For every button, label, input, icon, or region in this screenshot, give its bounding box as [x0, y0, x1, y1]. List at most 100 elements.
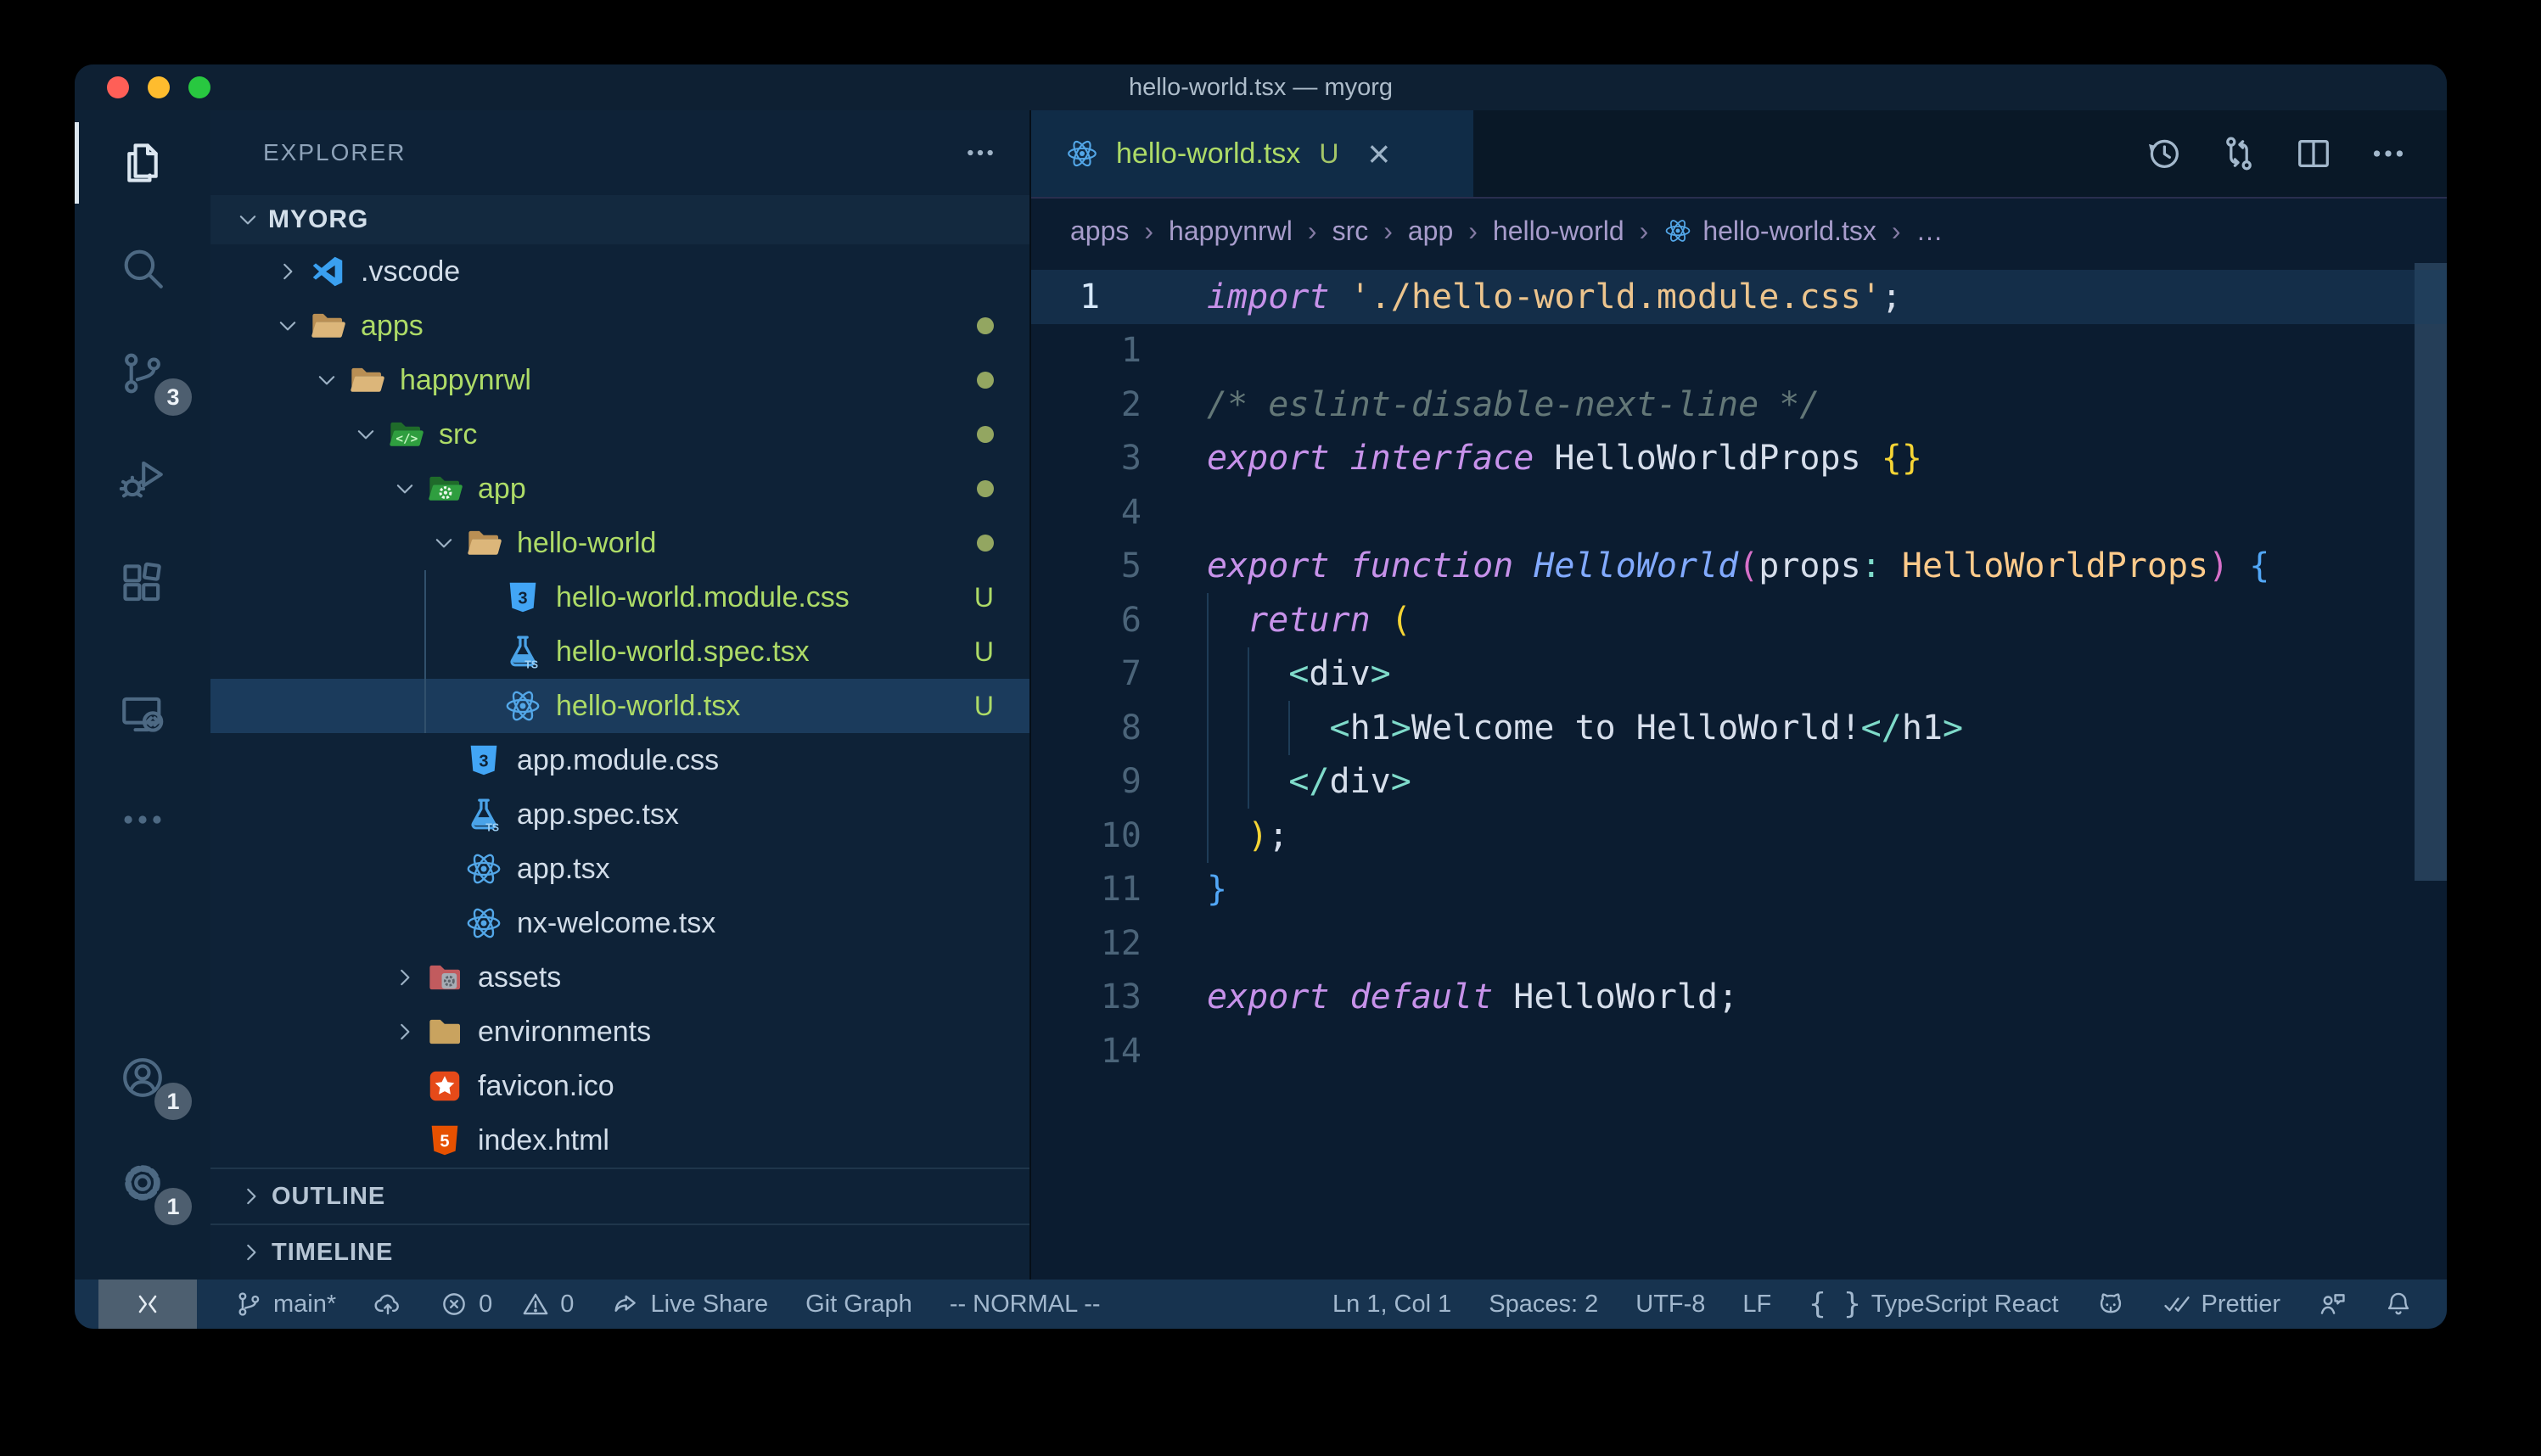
status-problems[interactable]: 00: [440, 1290, 574, 1319]
zoom-button[interactable]: [188, 76, 210, 98]
breadcrumb-item-src[interactable]: src: [1332, 216, 1369, 247]
code-line[interactable]: 12: [1031, 916, 2447, 971]
section-header-myorg[interactable]: MYORG: [210, 195, 1029, 244]
tree-item-environments[interactable]: environments: [210, 1005, 1029, 1059]
tree-item-happynrwl[interactable]: happynrwl: [210, 353, 1029, 407]
status-publish-changes[interactable]: [373, 1290, 402, 1319]
code-line[interactable]: 6 return (: [1031, 593, 2447, 647]
tree-item-app.spec.tsx[interactable]: TSapp.spec.tsx: [210, 787, 1029, 842]
status-notifications[interactable]: [2384, 1290, 2413, 1319]
breadcrumb-item-hello-world.tsx[interactable]: hello-world.tsx: [1663, 216, 1876, 247]
tab-hello-world.tsx[interactable]: hello-world.tsx U ×: [1031, 110, 1473, 197]
code-line[interactable]: 9 </div>: [1031, 755, 2447, 809]
close-icon[interactable]: ×: [1367, 134, 1390, 173]
status-encoding[interactable]: UTF-8: [1635, 1291, 1705, 1319]
status-indentation[interactable]: Spaces: 2: [1489, 1291, 1598, 1319]
chevron-down-icon: [227, 207, 268, 232]
line-number-gutter[interactable]: 3: [1031, 432, 1207, 486]
cloud-upload-icon: [373, 1290, 402, 1319]
line-number-gutter[interactable]: 10: [1031, 809, 1207, 863]
activity-search[interactable]: [75, 216, 210, 321]
line-number-gutter[interactable]: 4: [1031, 485, 1207, 540]
breadcrumb-item-app[interactable]: app: [1408, 216, 1453, 247]
activity-manage[interactable]: 1: [75, 1130, 210, 1235]
tree-item-src[interactable]: </>src: [210, 407, 1029, 462]
tree-item-index.html[interactable]: 5index.html: [210, 1113, 1029, 1168]
code-line[interactable]: 5export function HelloWorld(props: Hello…: [1031, 540, 2447, 594]
close-button[interactable]: [107, 76, 129, 98]
tree-item-.vscode[interactable]: .vscode: [210, 244, 1029, 299]
line-number-gutter[interactable]: 5: [1031, 540, 1207, 594]
line-number-gutter[interactable]: 11: [1031, 863, 1207, 917]
tree-item-assets[interactable]: assets: [210, 950, 1029, 1005]
code-line[interactable]: 3export interface HelloWorldProps {}: [1031, 432, 2447, 486]
breadcrumb-item-…[interactable]: …: [1916, 216, 1943, 247]
activity-source-control[interactable]: 3: [75, 321, 210, 426]
breadcrumb-item-hello-world[interactable]: hello-world: [1493, 216, 1624, 247]
status-github[interactable]: [2096, 1290, 2125, 1319]
compare-changes-icon[interactable]: [2219, 134, 2258, 173]
history-icon[interactable]: [2145, 134, 2184, 173]
code-line[interactable]: 11}: [1031, 863, 2447, 917]
code-line[interactable]: 1import './hello-world.module.css';: [1031, 270, 2447, 324]
section-header-timeline[interactable]: TIMELINE: [210, 1224, 1029, 1280]
status-git-branch[interactable]: main*: [234, 1290, 336, 1319]
line-number-gutter[interactable]: 2: [1031, 378, 1207, 432]
activity-run-and-debug[interactable]: [75, 426, 210, 531]
line-number-gutter[interactable]: 14: [1031, 1024, 1207, 1078]
branch-icon: [234, 1290, 263, 1319]
code-line[interactable]: 2/* eslint-disable-next-line */: [1031, 378, 2447, 432]
code-line[interactable]: 8 <h1>Welcome to HelloWorld!</h1>: [1031, 701, 2447, 755]
activity-extensions[interactable]: [75, 531, 210, 636]
tree-item-hello-world[interactable]: hello-world: [210, 516, 1029, 570]
status-vim-mode[interactable]: -- NORMAL --: [950, 1291, 1101, 1319]
code-line[interactable]: 13export default HelloWorld;: [1031, 971, 2447, 1025]
status-feedback[interactable]: [2318, 1290, 2347, 1319]
breadcrumb-item-happynrwl[interactable]: happynrwl: [1169, 216, 1293, 247]
tree-item-app.tsx[interactable]: app.tsx: [210, 842, 1029, 896]
tree-item-hello-world.module.css[interactable]: 3hello-world.module.cssU: [210, 570, 1029, 624]
tree-item-nx-welcome.tsx[interactable]: nx-welcome.tsx: [210, 896, 1029, 950]
tree-item-hello-world.tsx[interactable]: hello-world.tsxU: [210, 679, 1029, 733]
minimize-button[interactable]: [148, 76, 170, 98]
code-line[interactable]: 4: [1031, 485, 2447, 540]
tree-item-favicon.ico[interactable]: favicon.ico: [210, 1059, 1029, 1113]
line-number-gutter[interactable]: 8: [1031, 701, 1207, 755]
tree-item-app[interactable]: app: [210, 462, 1029, 516]
activity-remote-explorer[interactable]: [75, 662, 210, 767]
line-number-gutter[interactable]: 6: [1031, 593, 1207, 647]
status-git-graph[interactable]: Git Graph: [805, 1291, 912, 1319]
line-number-gutter[interactable]: 12: [1031, 916, 1207, 971]
status-eol[interactable]: LF: [1742, 1291, 1771, 1319]
activity-more-views[interactable]: [75, 767, 210, 872]
code-line[interactable]: 7 <div>: [1031, 647, 2447, 702]
status-prettier[interactable]: Prettier: [2162, 1290, 2280, 1319]
line-number-gutter[interactable]: 13: [1031, 971, 1207, 1025]
debug-icon: [118, 454, 167, 503]
code-editor[interactable]: 1import './hello-world.module.css';12/* …: [1031, 263, 2447, 1280]
status-remote-window[interactable]: [98, 1280, 197, 1329]
code-line[interactable]: 1: [1031, 324, 2447, 378]
activity-accounts[interactable]: 1: [75, 1025, 210, 1130]
split-editor-icon[interactable]: [2294, 134, 2333, 173]
breadcrumb-item-apps[interactable]: apps: [1070, 216, 1129, 247]
tree-item-label: environments: [478, 1016, 651, 1049]
line-number-gutter[interactable]: 7: [1031, 647, 1207, 702]
more-actions-icon[interactable]: [963, 136, 997, 170]
activity-explorer[interactable]: [75, 110, 210, 216]
tree-item-hello-world.spec.tsx[interactable]: TShello-world.spec.tsxU: [210, 624, 1029, 679]
line-number-gutter[interactable]: 1: [1031, 270, 1207, 324]
tree-item-apps[interactable]: apps: [210, 299, 1029, 353]
line-number-gutter[interactable]: 9: [1031, 755, 1207, 809]
ellipsis-icon[interactable]: [2369, 134, 2408, 173]
line-number-gutter[interactable]: 1: [1031, 324, 1207, 378]
code-line[interactable]: 14: [1031, 1024, 2447, 1078]
code-text: /* eslint-disable-next-line */: [1207, 385, 1820, 424]
code-line[interactable]: 10 );: [1031, 809, 2447, 863]
breadcrumb-separator: ›: [1144, 216, 1153, 247]
section-header-outline[interactable]: OUTLINE: [210, 1168, 1029, 1224]
status-live-share[interactable]: Live Share: [611, 1290, 768, 1319]
tree-item-app.module.css[interactable]: 3app.module.css: [210, 733, 1029, 787]
status-language-mode[interactable]: { }TypeScript React: [1809, 1290, 2058, 1319]
status-cursor-position[interactable]: Ln 1, Col 1: [1332, 1291, 1451, 1319]
